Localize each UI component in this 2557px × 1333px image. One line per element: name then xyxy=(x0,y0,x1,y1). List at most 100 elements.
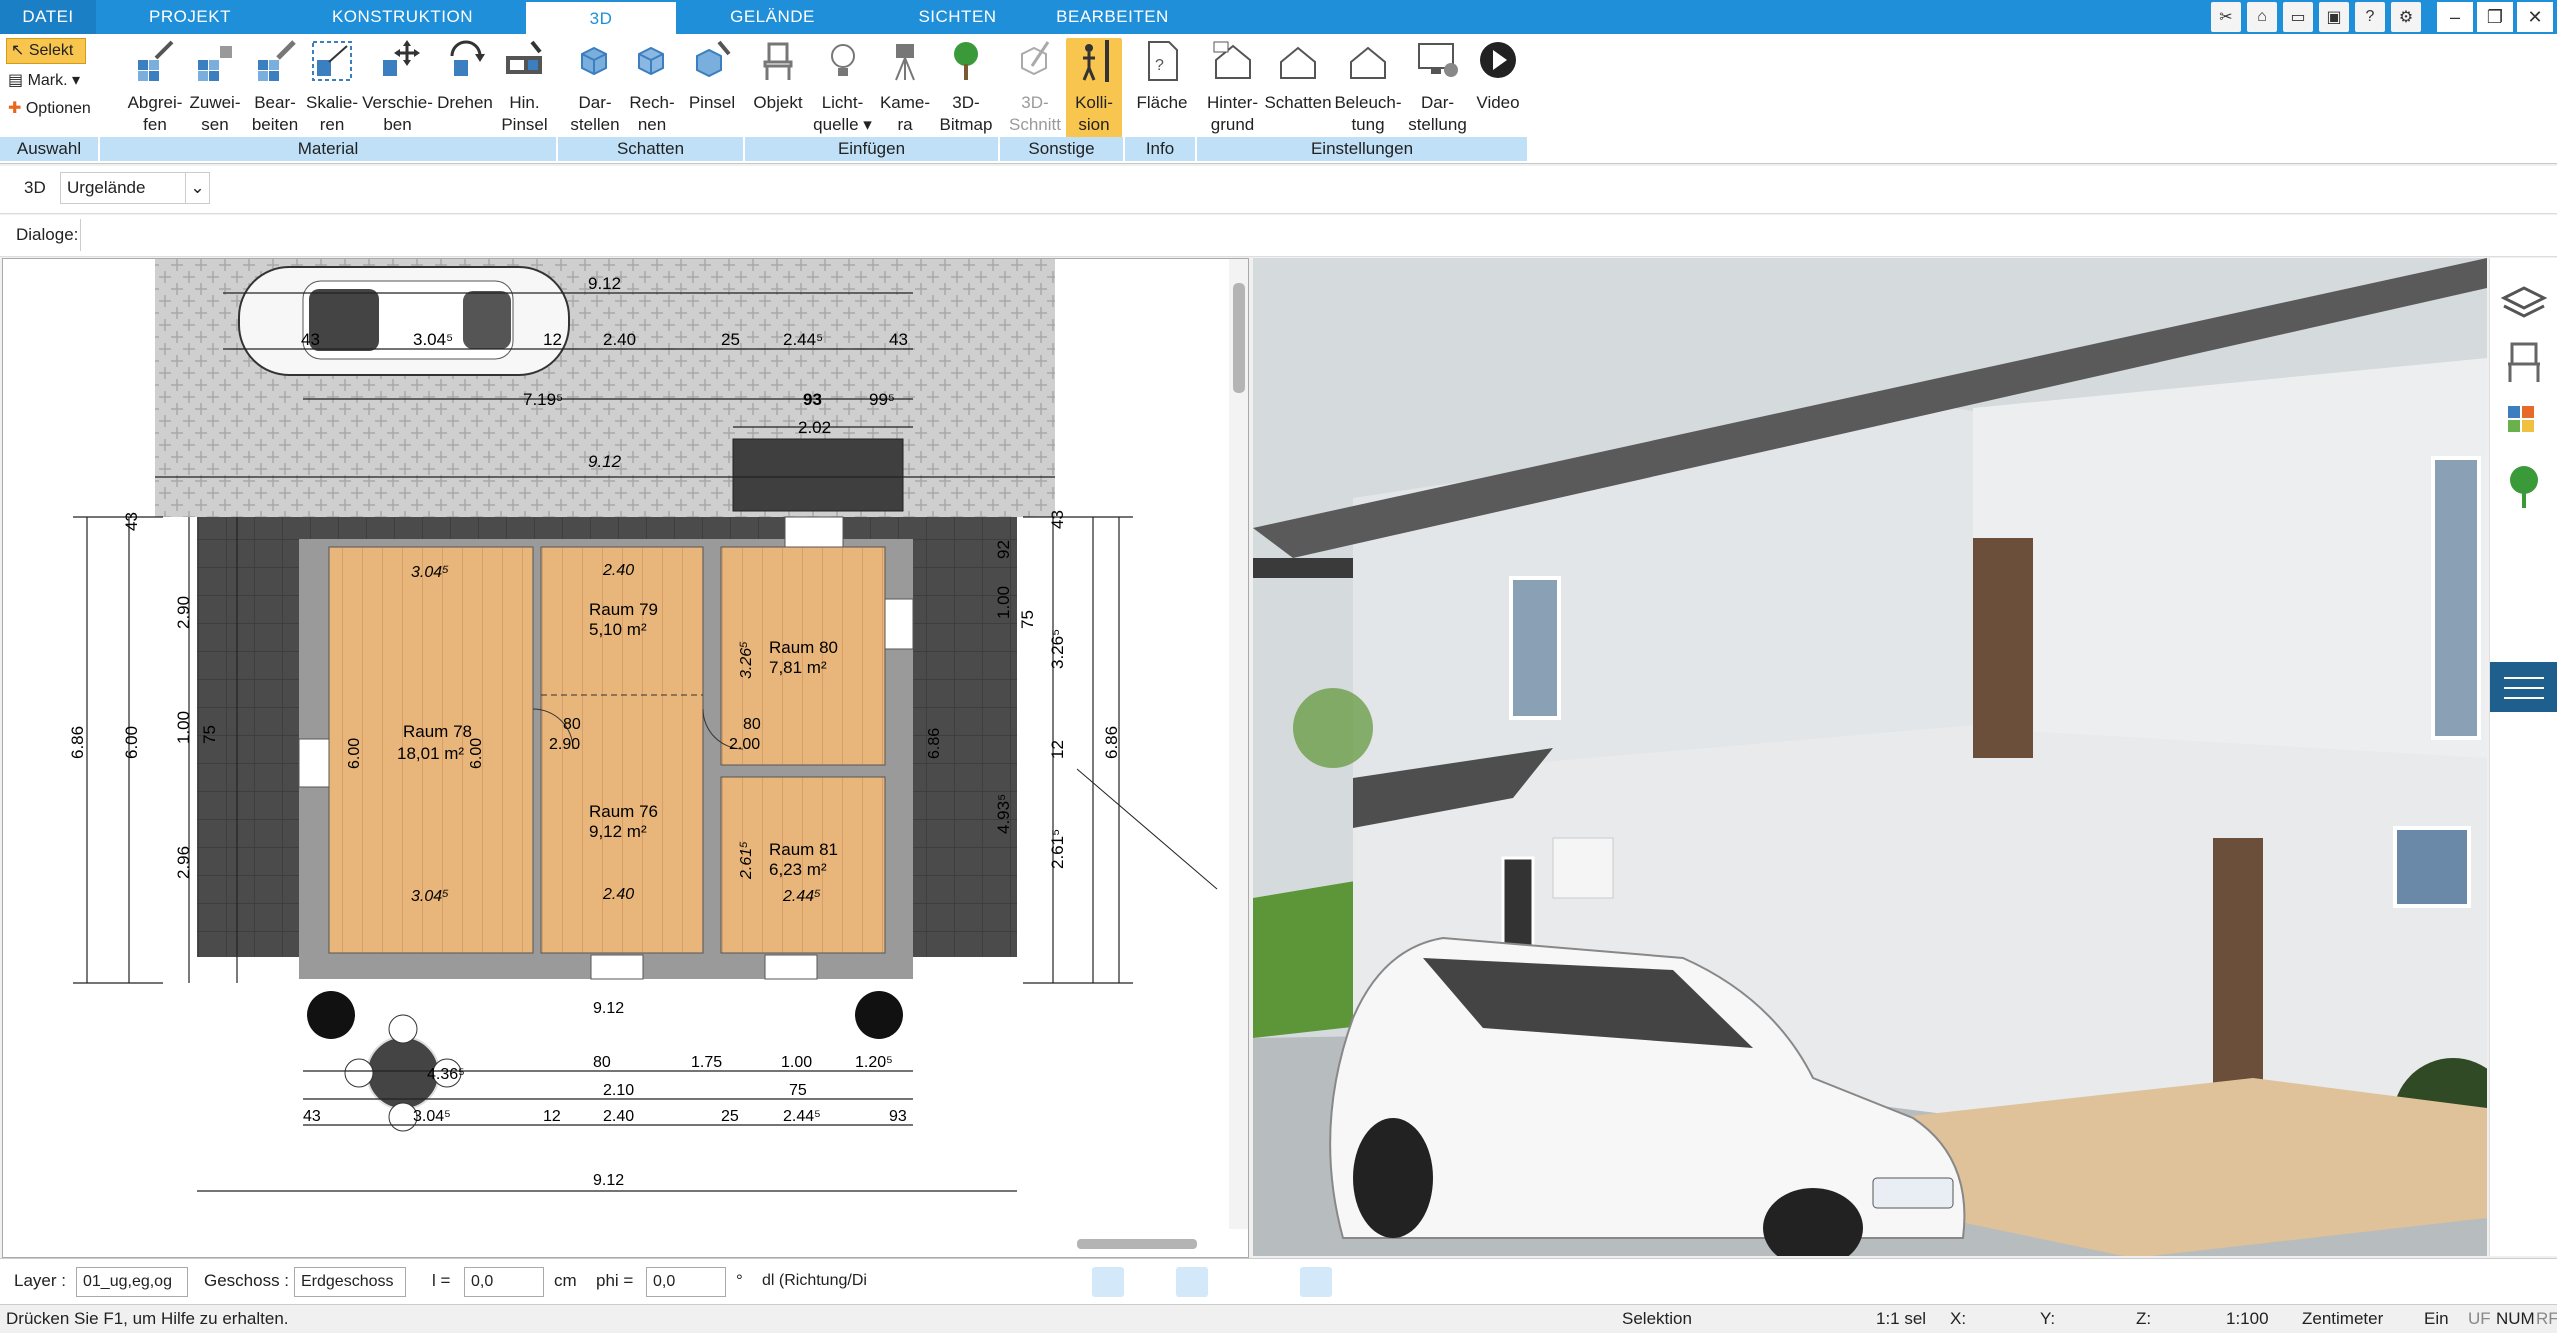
tools-icon[interactable]: ✂ xyxy=(2211,2,2241,32)
group-material: Material xyxy=(100,137,558,161)
folder-icon[interactable]: ▭ xyxy=(2283,2,2313,32)
dim-right-4935: 4.93⁵ xyxy=(994,794,1013,834)
layer-select[interactable]: 01_ug,eg,og xyxy=(76,1267,188,1297)
north-icon[interactable] xyxy=(1300,1267,1332,1297)
group-auswahl: Auswahl xyxy=(0,137,100,161)
zuweisen-button[interactable]: Zuwei-sen xyxy=(185,38,245,138)
wall-icon[interactable] xyxy=(1092,1267,1124,1297)
vertical-scrollbar[interactable] xyxy=(1229,259,1249,1229)
palette-icon[interactable] xyxy=(2508,406,2534,432)
hintergrund-button[interactable]: Hinter-grund xyxy=(1200,38,1265,138)
3d-render-canvas[interactable] xyxy=(1253,258,2487,1256)
lichtquelle-label-2: quelle ▾ xyxy=(810,114,875,136)
tab-konstruktion[interactable]: KONSTRUKTION xyxy=(320,0,485,34)
hatch-icon[interactable] xyxy=(1134,1267,1166,1297)
tab-datei[interactable]: DATEI xyxy=(0,0,96,34)
bot-dim-4365: 4.36⁵ xyxy=(427,1066,465,1083)
terrain-select[interactable]: Urgelände ⌄ xyxy=(60,172,210,204)
maximize-button[interactable]: ❐ xyxy=(2477,2,2513,32)
dialog-toolbar: Dialoge: xyxy=(0,215,2557,257)
stack-icon[interactable] xyxy=(1218,1267,1250,1297)
grid-icon[interactable] xyxy=(1260,1267,1292,1297)
help-icon[interactable]: ? xyxy=(2355,2,2385,32)
inner-dim-600a: 6.00 xyxy=(346,738,363,769)
window xyxy=(884,598,914,650)
tab-3d[interactable]: 3D xyxy=(526,2,676,36)
close-button[interactable]: ✕ xyxy=(2517,2,2553,32)
room-78-area: 18,01 m² xyxy=(397,744,464,763)
tab-gelaende[interactable]: GELÄNDE xyxy=(700,0,845,34)
status-rf: RF xyxy=(2536,1309,2557,1328)
dim-left-296: 2.96 xyxy=(174,846,193,879)
drehen-button[interactable]: Drehen xyxy=(433,38,497,138)
tab-sichten[interactable]: SICHTEN xyxy=(890,0,1025,34)
abgreifen-button[interactable]: Abgrei-fen xyxy=(125,38,185,138)
darstellung-button[interactable]: Dar-stellung xyxy=(1405,38,1470,138)
tab-projekt[interactable]: PROJEKT xyxy=(120,0,260,34)
floor-plan-view[interactable]: 9.12 43 3.04⁵ 12 2.40 25 2.44⁵ 43 7.19⁵ … xyxy=(2,258,1249,1258)
layers-icon[interactable] xyxy=(2500,286,2548,318)
abgreifen-label-1: Abgrei- xyxy=(127,93,183,112)
save-icon[interactable]: ▣ xyxy=(2319,2,2349,32)
beleuchtung-button[interactable]: Beleuch-tung xyxy=(1332,38,1404,138)
clock-icon[interactable] xyxy=(924,1267,956,1297)
kollision-label-1: Kolli- xyxy=(1075,93,1113,112)
house-icon[interactable]: ⌂ xyxy=(2247,2,2277,32)
video-button[interactable]: Video xyxy=(1468,38,1528,138)
minimize-button[interactable]: – xyxy=(2437,2,2473,32)
dim-left-600: 6.00 xyxy=(122,726,141,759)
horizontal-scroll-thumb[interactable] xyxy=(1077,1239,1197,1249)
length-input[interactable]: 0,0 xyxy=(464,1267,544,1297)
dim-right-75: 75 xyxy=(1018,610,1037,629)
flaeche-button[interactable]: ? Fläche xyxy=(1132,38,1192,138)
status-x: X: xyxy=(1950,1309,1967,1328)
mark-button[interactable]: ▤ Mark. ▾ xyxy=(8,70,80,90)
window-3d xyxy=(2393,826,2471,908)
vertical-scroll-thumb[interactable] xyxy=(1233,283,1245,393)
settings-icon[interactable]: ⚙ xyxy=(2391,2,2421,32)
verschieben-button[interactable]: Verschie-ben xyxy=(360,38,435,138)
beleuchtung-label-2: tung xyxy=(1351,115,1385,134)
dim-left-686: 6.86 xyxy=(68,726,87,759)
phi-input[interactable]: 0,0 xyxy=(646,1267,726,1297)
hin-pinsel-button[interactable]: Hin. Pinsel xyxy=(497,38,552,138)
skalieren-label-1: Skalie- xyxy=(306,93,358,112)
objekt-button[interactable]: Objekt xyxy=(748,38,808,138)
3d-view[interactable] xyxy=(1253,258,2487,1256)
schnitt-3d-button[interactable]: 3D- Schnitt xyxy=(1005,38,1065,138)
link-icon[interactable] xyxy=(1008,1267,1040,1297)
direction-select[interactable]: dl (Richtung/Di xyxy=(756,1267,906,1297)
select-button[interactable]: ↖ Selekt xyxy=(6,38,86,64)
darstellung-label-2: stellung xyxy=(1408,115,1467,134)
hin-pinsel-label-2: Pinsel xyxy=(501,115,548,134)
car-top-view[interactable] xyxy=(238,266,570,376)
schatten-rechnen-button[interactable]: Rech-nen xyxy=(622,38,682,138)
surface-icon[interactable] xyxy=(1176,1267,1208,1297)
room-80-area: 7,81 m² xyxy=(769,658,827,677)
dim-top-25: 25 xyxy=(721,330,740,349)
einst-schatten-button[interactable]: Schatten xyxy=(1262,38,1334,138)
bearbeiten-label-2: beiten xyxy=(251,115,299,134)
inner-dim-200: 2.00 xyxy=(729,736,760,753)
tab-bearbeiten[interactable]: BEARBEITEN xyxy=(1050,0,1175,34)
dim-top-12: 12 xyxy=(543,330,562,349)
inner-dim-290: 2.90 xyxy=(549,736,580,753)
floor-plan-canvas[interactable]: 9.12 43 3.04⁵ 12 2.40 25 2.44⁵ 43 7.19⁵ … xyxy=(3,259,1249,1258)
monitor-icon[interactable] xyxy=(966,1267,998,1297)
layers-tool-icon[interactable] xyxy=(1050,1267,1082,1297)
lichtquelle-button[interactable]: Licht-quelle ▾ xyxy=(810,38,875,138)
more-icon[interactable] xyxy=(1344,1267,1376,1297)
schatten-pinsel-button[interactable]: Pinsel xyxy=(682,38,742,138)
chair-icon[interactable] xyxy=(2508,342,2540,382)
schatten-darstellen-button[interactable]: Dar-stellen xyxy=(565,38,625,138)
options-button[interactable]: ✚ Optionen xyxy=(8,98,91,118)
skalieren-button[interactable]: Skalie-ren xyxy=(302,38,362,138)
bitmap-3d-button[interactable]: 3D- Bitmap xyxy=(935,38,997,138)
geschoss-select[interactable]: Erdgeschoss xyxy=(294,1267,406,1297)
bearbeiten-button[interactable]: Bear-beiten xyxy=(245,38,305,138)
kamera-button[interactable]: Kame-ra xyxy=(875,38,935,138)
kollision-button[interactable]: Kolli-sion xyxy=(1066,38,1122,138)
property-bar: Layer : 01_ug,eg,og Geschoss : Erdgescho… xyxy=(0,1258,2557,1304)
plus-icon: ✚ xyxy=(8,100,22,117)
tree-icon[interactable] xyxy=(2510,466,2538,508)
